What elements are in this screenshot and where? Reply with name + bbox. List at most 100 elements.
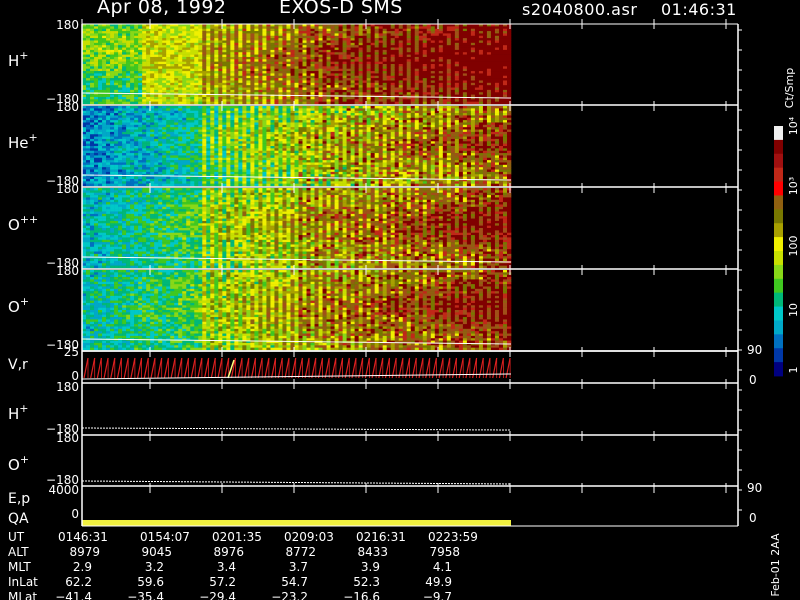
ephemeris-value: 8976 xyxy=(213,545,244,559)
vr-mark xyxy=(378,357,384,379)
panel-2-axis-top: 180 xyxy=(56,100,79,114)
colorbar-band xyxy=(774,126,783,141)
colorbar-band xyxy=(774,195,783,210)
vr-mark xyxy=(311,357,317,379)
vr-mark xyxy=(344,357,350,379)
spectrogram-panel-1 xyxy=(81,24,738,106)
ephemeris-value: −23.2 xyxy=(271,590,308,600)
colorbar-tick-label: 10⁴ xyxy=(787,116,800,135)
ephemeris-value: 0223:59 xyxy=(428,530,478,544)
vr-mark xyxy=(498,357,504,379)
ep-right-axis-bottom: 0 xyxy=(749,511,757,525)
ephemeris-value: 57.2 xyxy=(209,575,236,589)
vr-mark xyxy=(163,357,169,379)
vr-mark xyxy=(170,357,176,379)
ephemeris-value: 59.6 xyxy=(137,575,164,589)
vr-mark xyxy=(150,357,156,379)
vr-mark xyxy=(217,357,223,379)
ephemeris-value: 0146:31 xyxy=(58,530,108,544)
ephemeris-value: 3.9 xyxy=(361,560,380,574)
vr-mark xyxy=(284,357,290,379)
ephemeris-value: 3.7 xyxy=(289,560,308,574)
vr-mark xyxy=(492,357,498,379)
ephemeris-value: −29.4 xyxy=(199,590,236,600)
vr-right-axis-bottom: 0 xyxy=(749,373,757,387)
vr-mark xyxy=(157,357,163,379)
ephemeris-row-label: UT xyxy=(8,530,25,544)
ephemeris-row-label: InLat xyxy=(8,575,38,589)
vr-mark xyxy=(110,357,116,379)
vr-mark xyxy=(297,357,303,379)
colorbar-band xyxy=(774,320,783,335)
vr-mark xyxy=(177,357,183,379)
vr-mark xyxy=(250,357,257,379)
ephemeris-value: 0216:31 xyxy=(356,530,406,544)
panel-3-species-label: O++ xyxy=(8,213,38,234)
vr-right-axis-top: 90 xyxy=(747,343,762,357)
colorbar-band xyxy=(774,348,783,363)
vr-mark xyxy=(257,357,263,379)
colorbar-tick-label: 10³ xyxy=(787,177,800,195)
ephemeris-value: 0201:35 xyxy=(212,530,262,544)
panel-1-species-label: H+ xyxy=(8,49,29,70)
colorbar-band xyxy=(774,264,783,280)
line-panel-1 xyxy=(81,427,738,436)
panel-4-species-label: O+ xyxy=(8,295,29,316)
colorbar: 1 10 100 10³ 10⁴ Ct/Smp xyxy=(774,68,800,377)
ep-axis-bottom: 0 xyxy=(71,507,79,521)
spectrogram-panel-2 xyxy=(81,106,738,188)
vr-mark xyxy=(364,357,370,379)
line-panel-1-trace xyxy=(81,427,512,431)
ephemeris-row-label: ALT xyxy=(8,545,29,559)
ephemeris-value: 3.4 xyxy=(217,560,236,574)
vr-mark xyxy=(291,357,297,379)
vr-mark xyxy=(478,357,484,379)
ephemeris-value: −9.7 xyxy=(423,590,452,600)
colorbar-tick-label: 100 xyxy=(787,236,800,257)
vr-mark xyxy=(264,357,270,379)
vr-mark xyxy=(103,357,109,379)
ephemeris-value: 8433 xyxy=(357,545,388,559)
vr-mark xyxy=(190,357,196,379)
line-panel-2-trace xyxy=(81,480,512,485)
vr-mark xyxy=(338,357,344,379)
vr-mark xyxy=(197,357,203,379)
vr-mark xyxy=(137,357,143,379)
vr-mark xyxy=(304,357,310,379)
vr-mark xyxy=(90,357,96,379)
vr-mark xyxy=(324,357,330,379)
colorbar-tick-label: 10 xyxy=(787,303,800,317)
vr-label: V,r xyxy=(8,357,28,373)
colorbar-band xyxy=(774,209,783,224)
ephemeris-value: 7958 xyxy=(429,545,460,559)
vr-mark xyxy=(244,357,250,379)
colorbar-band xyxy=(774,292,783,307)
line-panel-2-axis-top: 180 xyxy=(56,431,79,445)
qa-label: QA xyxy=(8,511,29,527)
line-panel-2 xyxy=(81,480,738,487)
vr-mark xyxy=(277,357,283,379)
vr-mark xyxy=(224,357,230,379)
spectrogram-panel-4 xyxy=(81,270,738,352)
panel-4-axis-top: 180 xyxy=(56,264,79,278)
ephemeris-value: 8979 xyxy=(69,545,100,559)
line-panel-1-species-label: H+ xyxy=(8,402,29,423)
colorbar-band xyxy=(774,181,783,196)
vr-mark xyxy=(317,357,324,379)
line-panel-1-axis-top: 180 xyxy=(56,380,79,394)
vr-mark xyxy=(351,357,357,379)
vr-mark xyxy=(237,357,243,379)
vr-mark xyxy=(96,357,102,379)
vr-mark xyxy=(204,357,210,379)
colorbar-tick-label: 1 xyxy=(787,367,800,374)
vr-mark xyxy=(271,357,277,379)
vr-mark xyxy=(505,357,511,379)
ep-right-axis-top: 90 xyxy=(747,481,762,495)
vr-mark xyxy=(210,357,216,379)
ephemeris-value: 2.9 xyxy=(73,560,92,574)
vr-mark xyxy=(116,357,123,379)
vr-mark xyxy=(123,357,129,379)
vr-mark xyxy=(331,357,337,379)
colorbar-band xyxy=(774,334,783,349)
qa-bar xyxy=(82,520,511,526)
